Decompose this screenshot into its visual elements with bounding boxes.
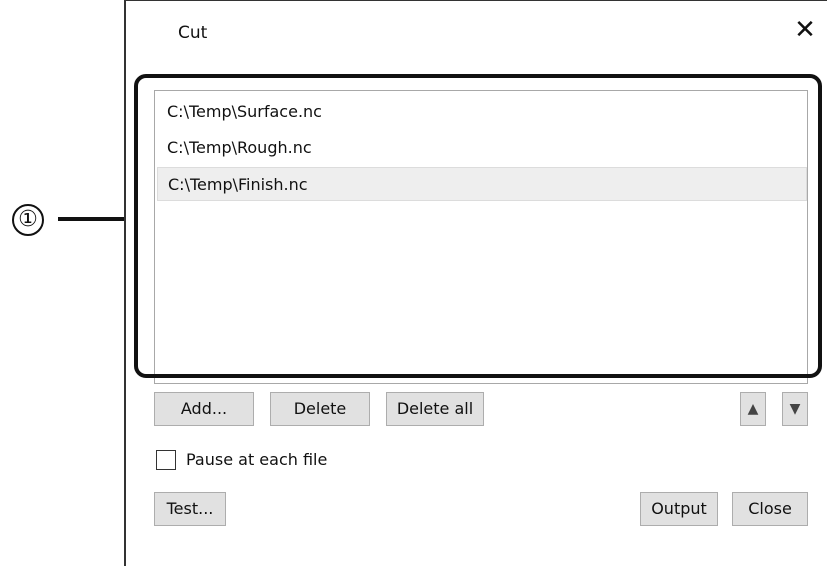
add-button[interactable]: Add... <box>154 392 254 426</box>
dialog-title: Cut <box>178 23 208 43</box>
delete-all-button[interactable]: Delete all <box>386 392 484 426</box>
move-down-button[interactable]: ▼ <box>782 392 808 426</box>
close-icon[interactable]: ✕ <box>791 15 819 45</box>
test-button[interactable]: Test... <box>154 492 226 526</box>
close-button[interactable]: Close <box>732 492 808 526</box>
move-up-button[interactable]: ▲ <box>740 392 766 426</box>
pause-checkbox-label: Pause at each file <box>186 450 328 469</box>
output-button[interactable]: Output <box>640 492 718 526</box>
callout-number: ① <box>12 204 44 236</box>
down-arrow-icon: ▼ <box>789 401 801 417</box>
callout-highlight-frame <box>134 74 822 378</box>
delete-button[interactable]: Delete <box>270 392 370 426</box>
up-arrow-icon: ▲ <box>747 401 759 417</box>
pause-checkbox[interactable] <box>156 450 176 470</box>
